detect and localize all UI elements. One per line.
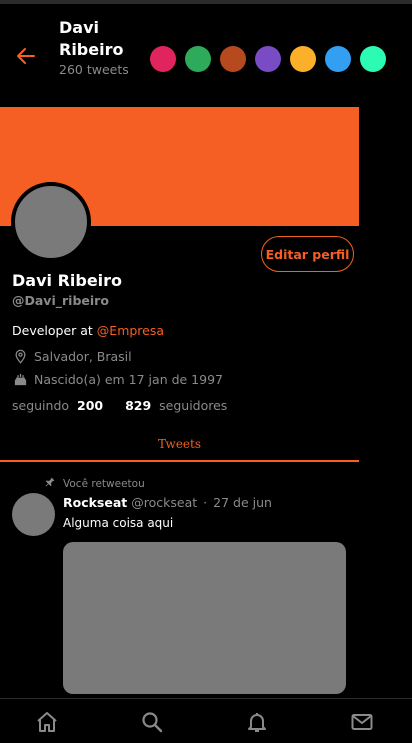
color-swatch-blue[interactable] xyxy=(325,46,351,72)
following-label: seguindo xyxy=(12,398,70,413)
retweet-indicator: Você retweetou xyxy=(44,476,145,491)
tab-tweets[interactable]: Tweets xyxy=(0,426,359,462)
color-swatch-rust[interactable] xyxy=(220,46,246,72)
bottom-navigation xyxy=(0,698,412,743)
profile-location: Salvador, Brasil xyxy=(13,349,132,364)
home-icon[interactable] xyxy=(35,710,59,734)
pin-icon xyxy=(44,476,56,491)
profile-birthdate: Nascido(a) em 17 jan de 1997 xyxy=(13,372,223,387)
tweet-header: Rockseat @rockseat · 27 de jun xyxy=(63,495,272,510)
color-swatch-yellow[interactable] xyxy=(290,46,316,72)
color-swatch-pink[interactable] xyxy=(150,46,176,72)
tweet-text: Alguma coisa aqui xyxy=(63,516,174,530)
mail-icon[interactable] xyxy=(350,710,374,734)
profile-bio: Developer at @Empresa xyxy=(12,323,164,338)
bio-text: Developer at xyxy=(12,323,97,338)
tweet-media[interactable] xyxy=(63,542,346,694)
location-text: Salvador, Brasil xyxy=(34,349,132,364)
followers-label: seguidores xyxy=(159,398,228,413)
tweet-avatar[interactable] xyxy=(12,493,55,536)
theme-color-picker xyxy=(150,46,386,72)
color-swatch-purple[interactable] xyxy=(255,46,281,72)
birth-text: Nascido(a) em 17 jan de 1997 xyxy=(34,372,223,387)
avatar[interactable] xyxy=(11,182,91,262)
profile-header: Davi Ribeiro 260 tweets xyxy=(0,4,412,106)
followers-count[interactable]: 829 xyxy=(125,398,151,413)
follow-stats: seguindo 200 829 seguidores xyxy=(12,398,227,413)
tweet-author[interactable]: Rockseat xyxy=(63,495,127,510)
bell-icon[interactable] xyxy=(245,710,269,734)
arrow-left-icon[interactable] xyxy=(14,44,38,68)
header-title-block: Davi Ribeiro 260 tweets xyxy=(59,17,139,78)
profile-handle: @Davi_ribeiro xyxy=(12,293,109,308)
following-count[interactable]: 200 xyxy=(77,398,103,413)
retweet-text: Você retweetou xyxy=(63,477,145,490)
header-name: Davi Ribeiro xyxy=(59,18,124,59)
color-swatch-mint[interactable] xyxy=(360,46,386,72)
search-icon[interactable] xyxy=(140,710,164,734)
active-tab-indicator xyxy=(0,460,359,462)
profile-name: Davi Ribeiro xyxy=(12,271,123,290)
color-swatch-green[interactable] xyxy=(185,46,211,72)
tweet-separator: · xyxy=(203,495,208,510)
tweet-handle: @rockseat xyxy=(131,495,198,510)
location-pin-icon xyxy=(13,349,28,364)
tweet-date: 27 de jun xyxy=(213,495,272,510)
bio-mention-link[interactable]: @Empresa xyxy=(97,323,164,338)
header-tweet-count: 260 tweets xyxy=(59,62,129,77)
edit-profile-button[interactable]: Editar perfil xyxy=(261,236,354,272)
cake-icon xyxy=(13,372,28,387)
